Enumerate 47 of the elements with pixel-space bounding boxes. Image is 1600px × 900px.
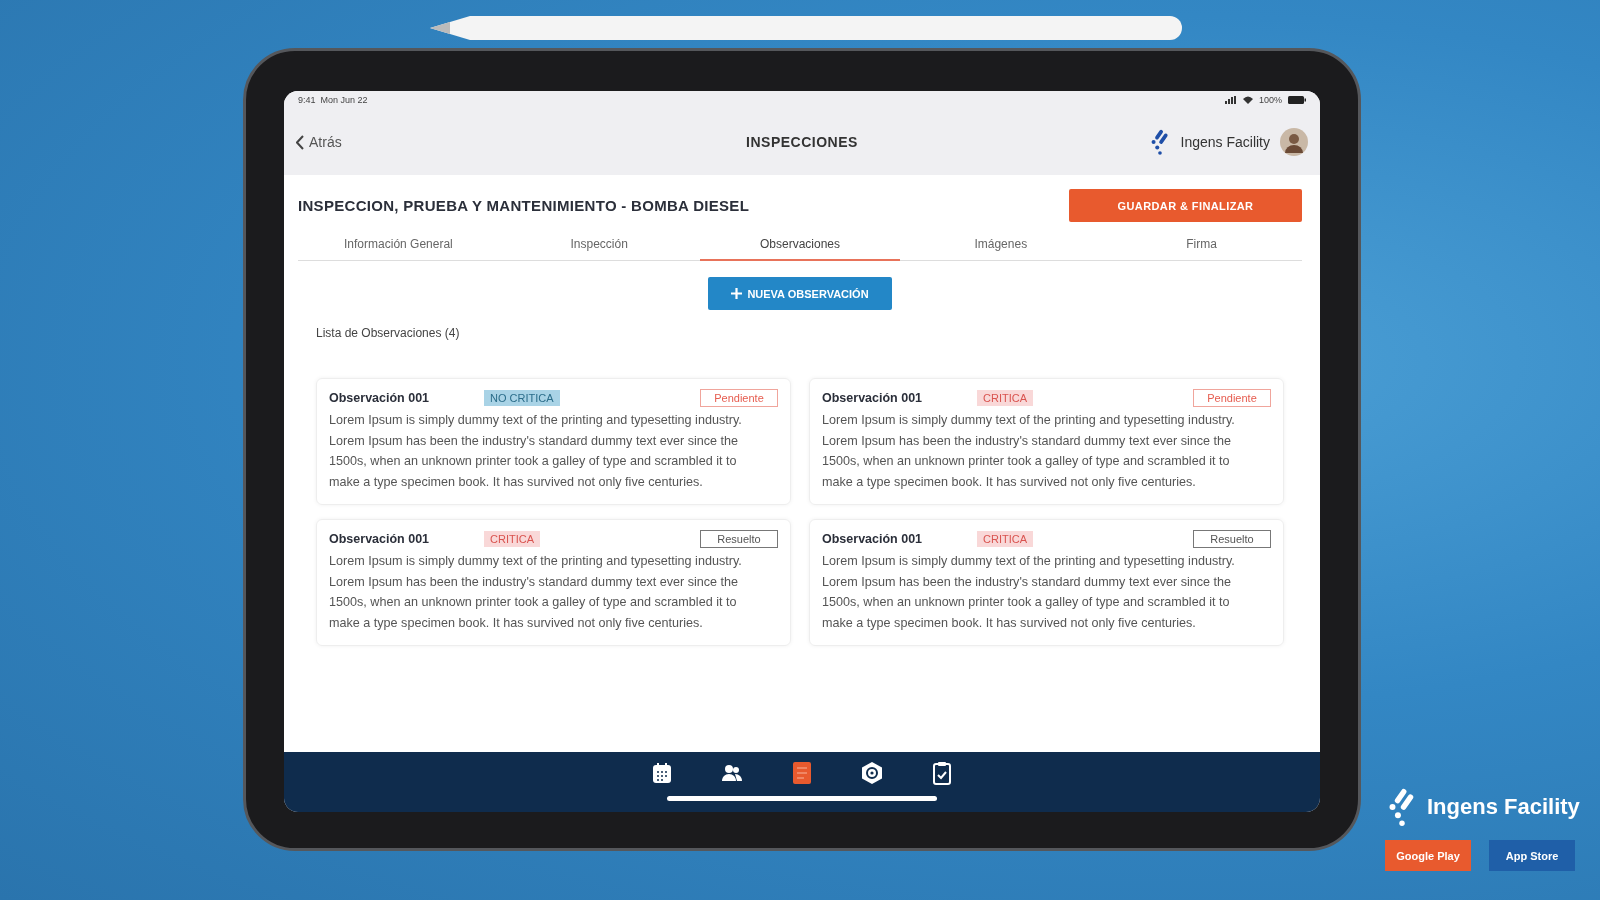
plus-icon (731, 288, 743, 299)
observation-title: Observación 001 (329, 391, 431, 405)
form-title: INSPECCION, PRUEBA Y MANTENIMIENTO - BOMBA DIESEL (298, 197, 750, 214)
back-button[interactable]: Atrás (296, 134, 747, 150)
new-observation-button[interactable]: NUEVA OBSERVACIÓN (708, 277, 892, 310)
observation-title: Observación 001 (822, 391, 924, 405)
observation-text: Lorem Ipsum is simply dummy text of the printing and typesetting industry. Lorem Ipsum has been the industry's standard dummy text ever since the 1500s, when an unknown printer took a galley of type and scrambled it to make a type specimen book. It has survived not only five centuries. (329, 412, 743, 491)
list-label: Lista de Observaciones (4) (316, 326, 461, 340)
observation-card[interactable] (316, 519, 791, 646)
observation-card[interactable] (809, 519, 1284, 646)
severity-tag: CRITICA (977, 531, 1033, 547)
gear-icon[interactable] (860, 760, 884, 786)
severity-tag: CRITICA (977, 390, 1033, 406)
tab[interactable]: Información General (298, 230, 499, 261)
tab[interactable]: Inspección (498, 230, 700, 261)
calendar-icon[interactable] (650, 760, 674, 786)
avatar-icon[interactable] (1280, 128, 1308, 156)
battery-level: 100% (1258, 95, 1282, 105)
status-tag: Resuelto (1193, 530, 1271, 548)
status-time: 9:41 Mon Jun 22 (298, 95, 368, 105)
wifi-icon (1242, 96, 1253, 104)
signal-icon (1224, 96, 1237, 104)
tab[interactable]: Imágenes (900, 230, 1102, 261)
clipboard-check-icon[interactable] (930, 760, 954, 786)
observation-title: Observación 001 (329, 532, 431, 546)
severity-tag: NO CRITICA (484, 390, 560, 406)
status-tag: Resuelto (700, 530, 778, 548)
document-icon[interactable] (790, 760, 814, 786)
brand-name: Ingens Facility (1180, 134, 1270, 150)
observation-text: Lorem Ipsum is simply dummy text of the printing and typesetting industry. Lorem Ipsum has been the industry's standard dummy text ever since the 1500s, when an unknown printer took a galley of type and scrambled it to make a type specimen book. It has survived not only five centuries. (822, 412, 1236, 491)
tab[interactable]: Observaciones (699, 230, 901, 261)
store-button[interactable]: Google Play (1385, 840, 1471, 871)
observation-text: Lorem Ipsum is simply dummy text of the printing and typesetting industry. Lorem Ipsum has been the industry's standard dummy text ever since the 1500s, when an unknown printer took a galley of type and scrambled it to make a type specimen book. It has survived not only five centuries. (329, 553, 743, 632)
observation-title: Observación 001 (822, 532, 924, 546)
status-tag: Pendiente (700, 389, 778, 407)
observation-card[interactable] (809, 378, 1284, 505)
store-button[interactable]: App Store (1489, 840, 1575, 871)
severity-tag: CRITICA (484, 531, 540, 547)
screen-title: INSPECCIONES (746, 134, 858, 150)
tab[interactable]: Firma (1101, 230, 1302, 261)
battery-icon (1288, 96, 1306, 104)
save-finish-button[interactable]: GUARDAR & FINALIZAR (1069, 189, 1302, 222)
observation-card[interactable] (316, 378, 791, 505)
status-tag: Pendiente (1193, 389, 1271, 407)
observation-text: Lorem Ipsum is simply dummy text of the printing and typesetting industry. Lorem Ipsum has been the industry's standard dummy text ever since the 1500s, when an unknown printer took a galley of type and scrambled it to make a type specimen book. It has survived not only five centuries. (822, 553, 1236, 632)
brand-name: Ingens Facility (1427, 794, 1580, 820)
chevron-left-icon (296, 134, 305, 150)
